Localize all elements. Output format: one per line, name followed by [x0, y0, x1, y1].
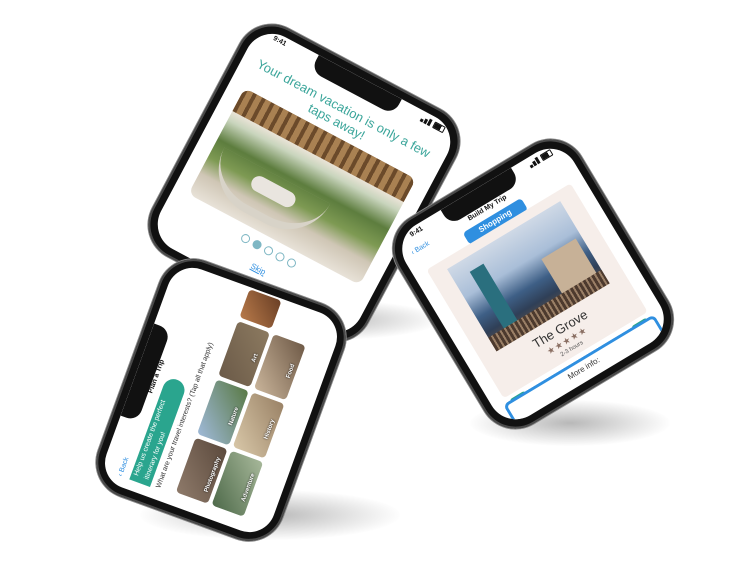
page-dot[interactable]	[261, 244, 275, 257]
battery-icon	[539, 149, 554, 162]
status-time: 9:41	[408, 225, 425, 239]
page-dot[interactable]	[284, 256, 298, 269]
page-dot[interactable]	[273, 250, 286, 263]
interest-grid: Photography Nature Art Adventure History…	[175, 289, 330, 522]
page-dot-active[interactable]	[250, 238, 263, 251]
page-dot[interactable]	[239, 232, 252, 245]
interest-label: History	[263, 418, 277, 441]
interest-label: Adventure	[240, 472, 257, 503]
signal-wifi-battery-icons	[419, 115, 446, 134]
battery-icon	[431, 121, 446, 134]
interest-label: Food	[285, 363, 297, 380]
status-time: 9:41	[271, 35, 288, 48]
